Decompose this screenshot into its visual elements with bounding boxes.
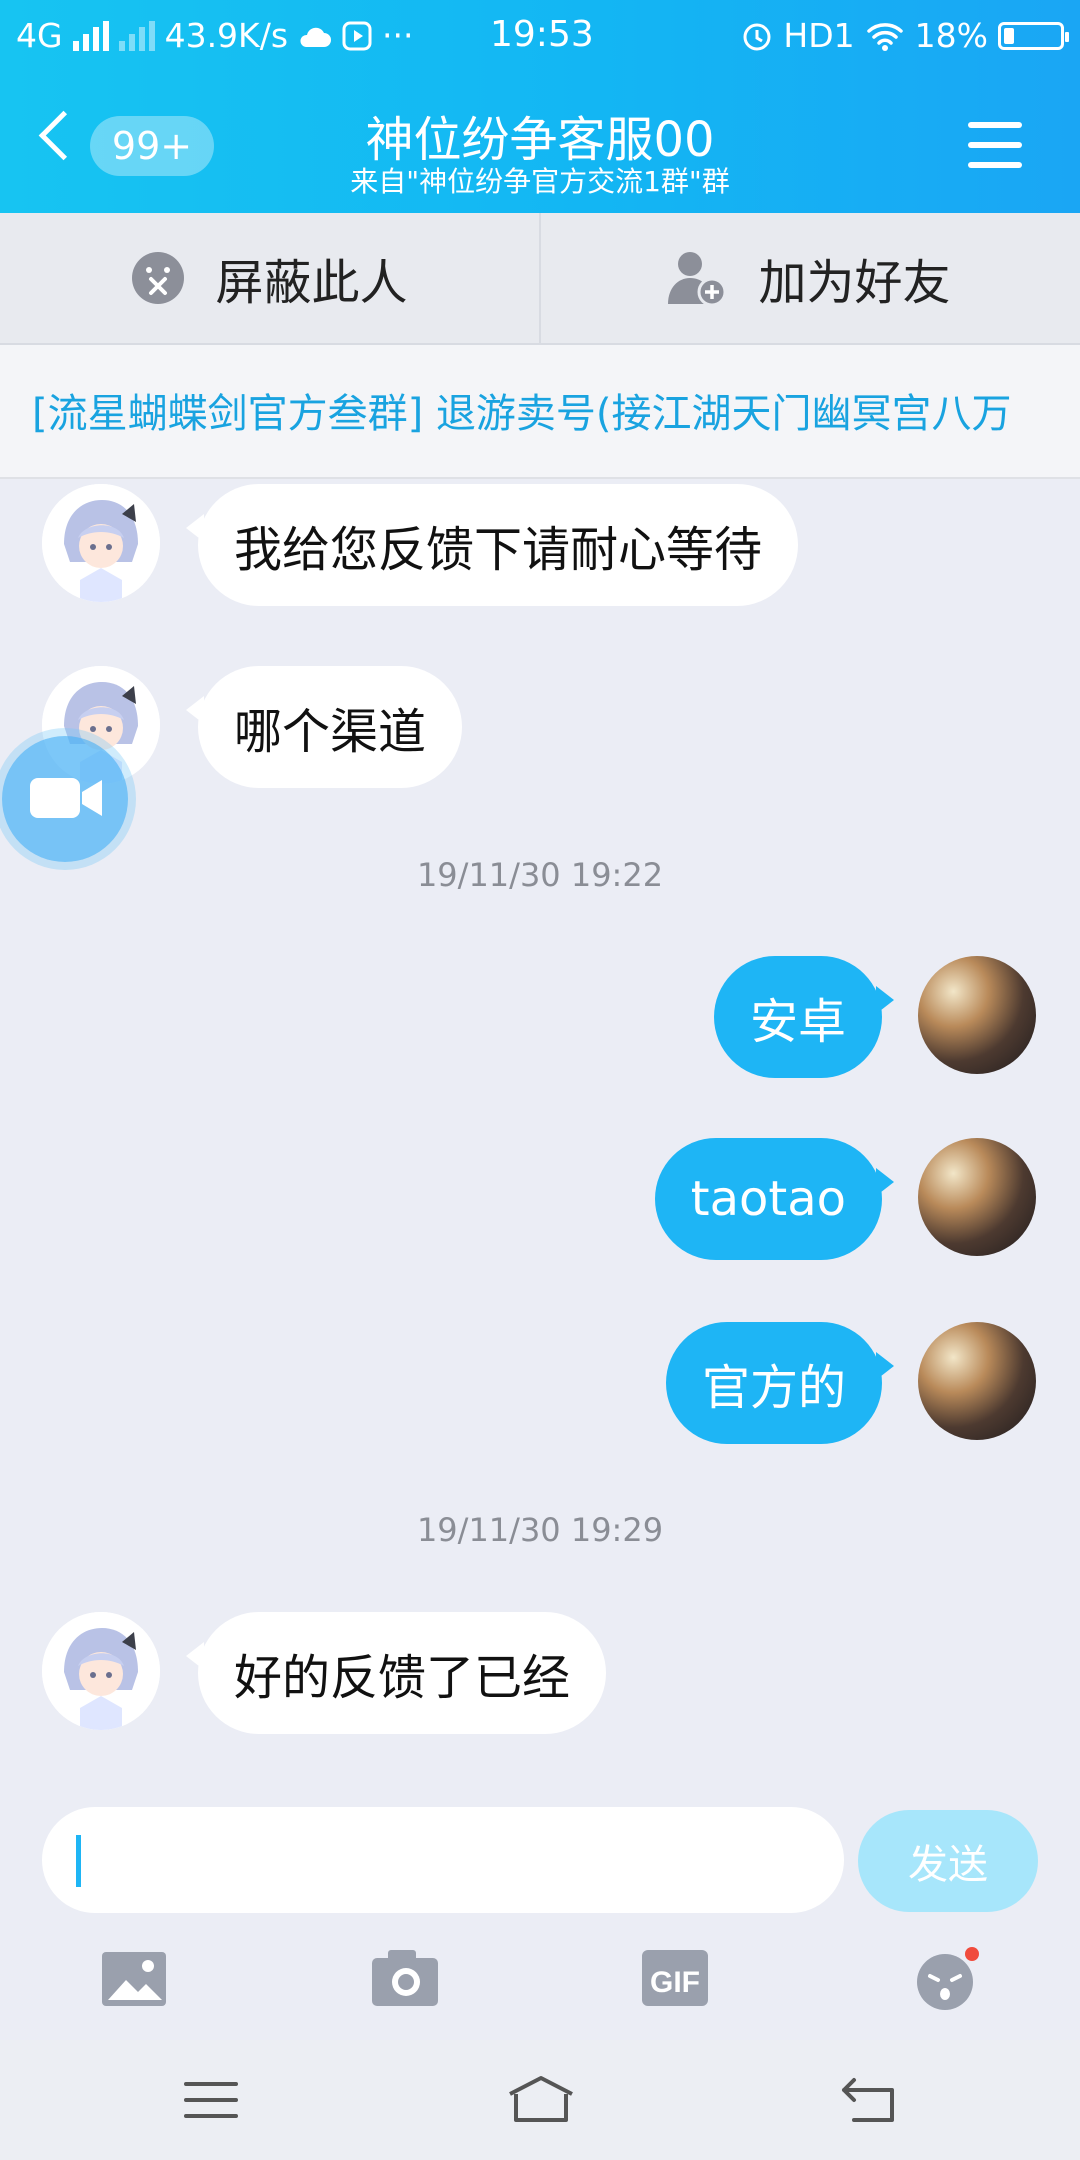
outgoing-message[interactable]: 安卓 (713, 956, 895, 1078)
nav-back-icon[interactable] (826, 2070, 916, 2130)
block-user-label: 屏蔽此人 (215, 255, 408, 311)
incoming-message[interactable]: 哪个渠道 (185, 666, 463, 788)
add-friend-label: 加为好友 (758, 255, 951, 311)
video-call-icon[interactable] (2, 736, 128, 862)
alarm-icon (743, 23, 771, 50)
network-type: 4G (16, 16, 63, 55)
more-notifications: ··· (382, 16, 414, 55)
clock: 19:53 (490, 14, 594, 55)
status-left: 4G 43.9K/s ··· (16, 16, 414, 55)
hd-indicator: HD1 (783, 16, 855, 55)
svg-text:GIF: GIF (650, 1966, 700, 1999)
gif-icon[interactable]: GIF (640, 1946, 710, 2010)
avatar[interactable] (42, 484, 160, 602)
chat-header: 4G 43.9K/s ··· 19:53 HD1 18% 99+ 神位纷争客服0… (0, 0, 1080, 213)
avatar[interactable] (918, 1138, 1036, 1256)
outgoing-message[interactable]: taotao (654, 1138, 895, 1260)
status-bar: 4G 43.9K/s ··· 19:53 HD1 18% (0, 0, 1080, 74)
camera-icon[interactable] (370, 1946, 440, 2010)
send-button[interactable]: 发送 (858, 1810, 1038, 1912)
status-right: HD1 18% (741, 16, 1069, 55)
incoming-message[interactable]: 好的反馈了已经 (185, 1612, 607, 1734)
chat-subtitle: 来自"神位纷争官方交流1群"群 (350, 165, 730, 198)
outgoing-message[interactable]: 官方的 (665, 1322, 895, 1444)
video-app-icon (342, 21, 372, 50)
message-input[interactable] (42, 1807, 844, 1913)
signal-2-icon (118, 20, 155, 51)
block-user-button[interactable]: 屏蔽此人 (0, 213, 541, 343)
avatar[interactable] (42, 1612, 160, 1730)
add-friend-button[interactable]: 加为好友 (540, 213, 1079, 343)
nav-menu-icon[interactable] (166, 2070, 256, 2130)
emoji-icon[interactable] (910, 1946, 980, 2010)
nav-home-icon[interactable] (496, 2070, 586, 2130)
battery-percent: 18% (914, 16, 988, 55)
wifi-icon (866, 22, 903, 51)
block-face-icon (132, 252, 185, 304)
system-navigation-bar (0, 2040, 1080, 2160)
group-banner-text: [流星蝴蝶剑官方叁群] 退游卖号(接江湖天门幽冥宫八万 (32, 391, 1012, 437)
network-speed: 43.9K/s (164, 16, 289, 55)
message-timestamp: 19/11/30 19:29 (416, 1511, 664, 1549)
avatar[interactable] (918, 1322, 1036, 1440)
image-icon[interactable] (100, 1946, 170, 2010)
text-caret (76, 1835, 81, 1887)
message-timestamp: 19/11/30 19:22 (416, 856, 664, 894)
cloud-icon (300, 27, 332, 47)
hamburger-menu-icon[interactable] (968, 122, 1022, 170)
composer-toolbar: GIF (0, 1930, 1080, 2040)
avatar[interactable] (918, 956, 1036, 1074)
incoming-message[interactable]: 我给您反馈下请耐心等待 (185, 484, 799, 606)
action-bar: 屏蔽此人 加为好友 (0, 213, 1080, 345)
battery-icon (998, 21, 1069, 50)
group-banner[interactable]: [流星蝴蝶剑官方叁群] 退游卖号(接江湖天门幽冥宫八万 (0, 345, 1080, 479)
add-friend-icon (668, 252, 727, 306)
signal-icon (72, 20, 109, 51)
